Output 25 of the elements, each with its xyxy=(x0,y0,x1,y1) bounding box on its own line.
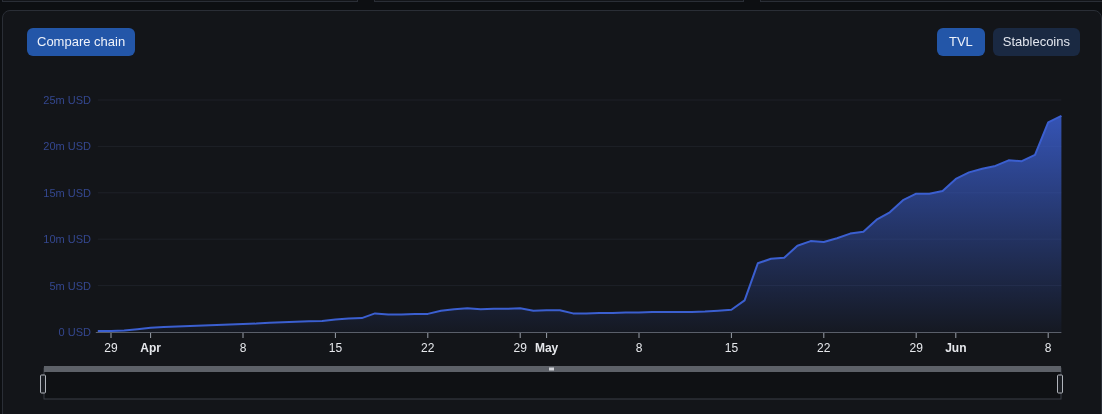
axis-label: 8 xyxy=(239,341,247,355)
axis-label: 15 xyxy=(328,341,343,355)
compare-chain-button[interactable]: Compare chain xyxy=(27,28,136,56)
axis-label: Apr xyxy=(140,341,161,355)
axis-label: 20m USD xyxy=(43,140,91,153)
axis-label: 25m USD xyxy=(43,94,91,106)
grip-icon[interactable] xyxy=(549,367,554,371)
axis-label: May xyxy=(534,341,559,355)
axis-label: 29 xyxy=(513,341,527,355)
chart-tab[interactable]: TVL xyxy=(936,28,985,56)
slider-handle[interactable] xyxy=(40,374,46,394)
axis-label: 22 xyxy=(817,341,831,355)
axis-label: 10m USD xyxy=(43,233,91,246)
axis-label: 15 xyxy=(724,341,739,355)
axis-label: 29 xyxy=(909,341,923,355)
axis-label: 29 xyxy=(104,341,118,355)
axis-label: 8 xyxy=(1044,341,1052,355)
axis-label: Jun xyxy=(945,341,967,355)
chart-tab[interactable]: Stablecoins xyxy=(992,28,1080,56)
axis-label: 0 USD xyxy=(58,326,91,338)
axis-label: 8 xyxy=(635,341,643,355)
slider-handle[interactable] xyxy=(1057,374,1063,394)
axis-label: 5m USD xyxy=(49,279,91,292)
axis-label: 22 xyxy=(421,341,435,355)
axis-label: 15m USD xyxy=(43,186,91,199)
